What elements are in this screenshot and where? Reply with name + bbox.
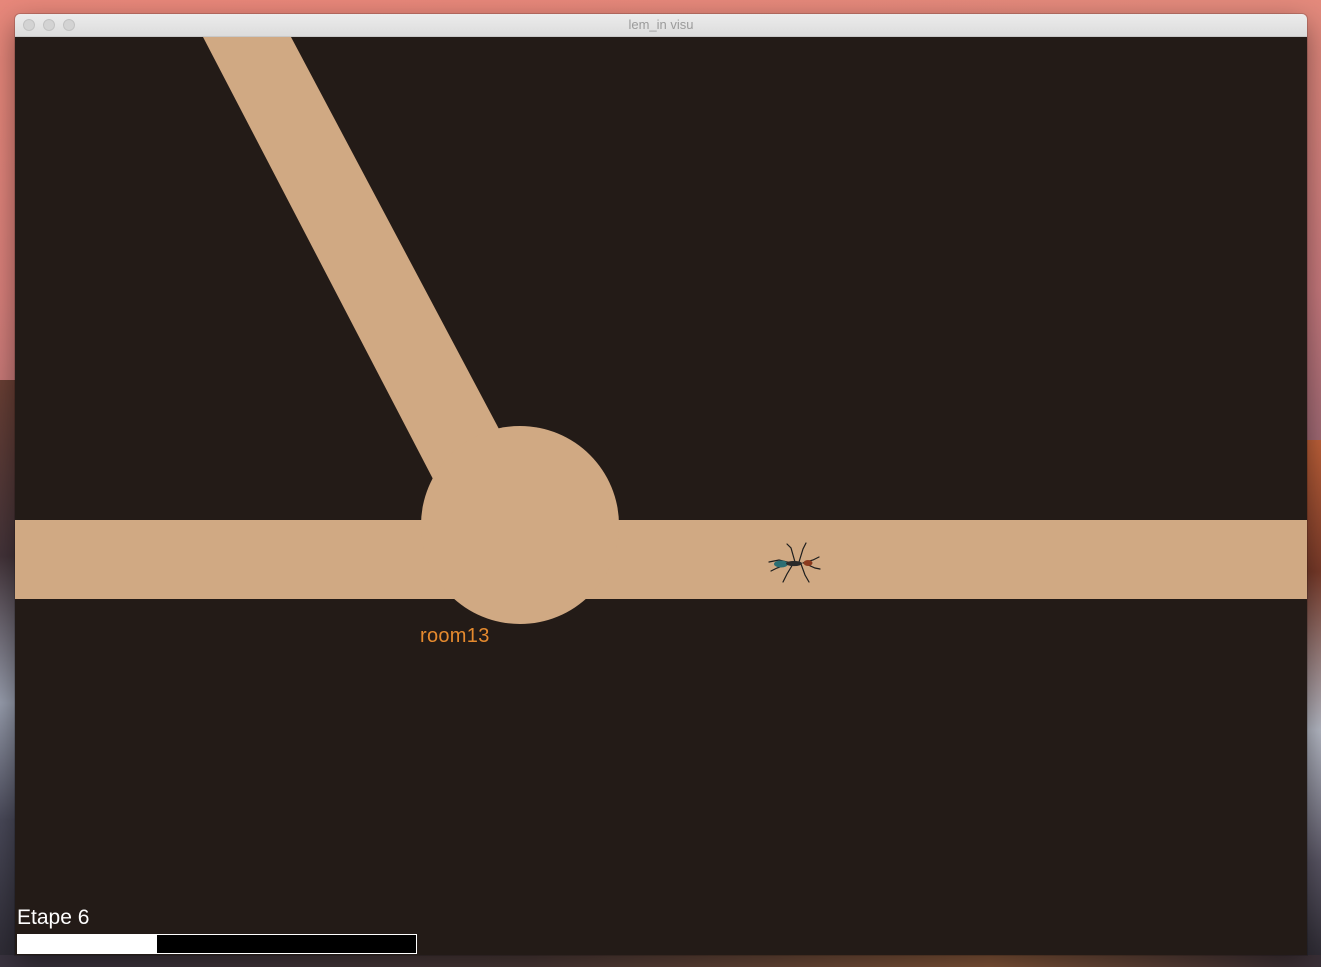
desktop-background-left: [0, 380, 16, 967]
ant-icon: [768, 542, 821, 583]
visualizer-canvas[interactable]: room13 Etape 6: [15, 37, 1307, 955]
step-progress-bar: [17, 934, 417, 954]
step-progress-fill: [18, 935, 158, 953]
tube-diagonal: [203, 37, 499, 479]
graph-scene: [15, 37, 1307, 624]
window-title: lem_in visu: [628, 17, 694, 32]
step-label: Etape 6: [17, 906, 90, 929]
desktop-background-bottom: [0, 955, 1321, 967]
desktop-background-right: [1306, 440, 1321, 967]
room-node: [421, 426, 619, 624]
title-bar[interactable]: lem_in visu: [15, 14, 1307, 37]
app-window: lem_in visu room13 Etape 6: [15, 14, 1307, 955]
room-label: room13: [420, 625, 490, 647]
tube-horizontal: [15, 520, 1307, 599]
